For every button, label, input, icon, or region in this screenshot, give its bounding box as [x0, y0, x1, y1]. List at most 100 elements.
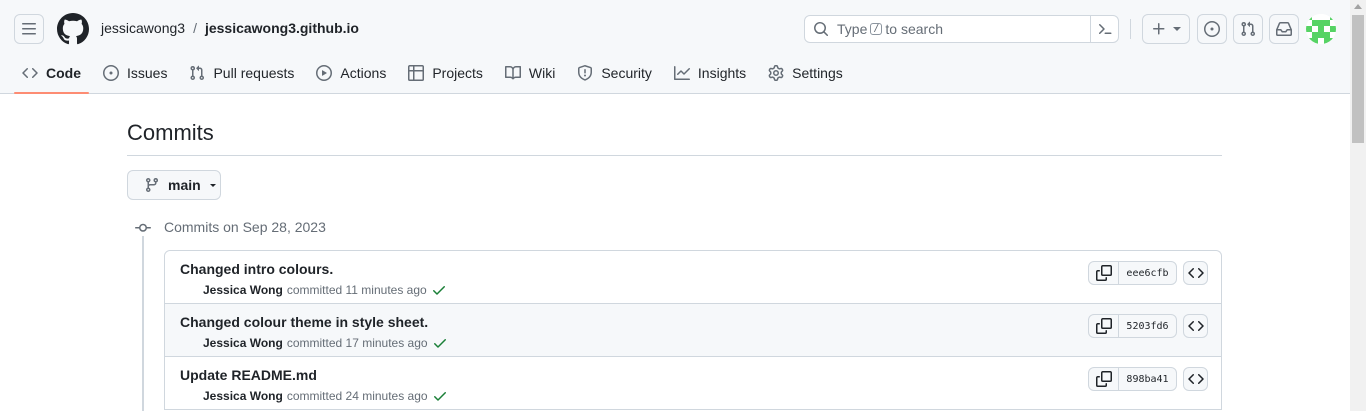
- tab-settings-label: Settings: [792, 65, 843, 81]
- tab-projects[interactable]: Projects: [400, 58, 491, 88]
- commit-message-link[interactable]: Changed colour theme in style sheet.: [180, 314, 428, 330]
- search-placeholder-after: to search: [885, 21, 943, 37]
- commit-sha-link[interactable]: eee6cfb: [1119, 268, 1176, 279]
- commit-author-link[interactable]: Jessica Wong: [203, 283, 283, 297]
- code-icon: [22, 67, 38, 79]
- commit-meta: Jessica Wong committed 17 minutes ago: [203, 335, 448, 351]
- tab-pull-requests[interactable]: Pull requests: [181, 58, 302, 88]
- git-branch-icon: [145, 178, 158, 193]
- repo-nav-tabs: Code Issues Pull requests Actions Projec…: [14, 58, 857, 94]
- copy-sha-button[interactable]: [1089, 368, 1119, 390]
- tab-code-label: Code: [46, 65, 81, 81]
- tab-projects-label: Projects: [432, 65, 483, 81]
- copy-icon: [1095, 371, 1112, 387]
- copy-sha-button[interactable]: [1089, 315, 1119, 337]
- copy-icon: [1095, 265, 1112, 281]
- title-divider: [127, 155, 1222, 156]
- scroll-up-arrow-icon[interactable]: [1354, 4, 1362, 9]
- commit-list: Changed intro colours. Jessica Wong comm…: [164, 250, 1222, 410]
- create-new-button[interactable]: [1142, 14, 1190, 44]
- breadcrumb-owner-link[interactable]: jessicawong3: [101, 20, 185, 36]
- copy-icon: [1095, 318, 1112, 334]
- sha-button-group: 898ba41: [1088, 367, 1177, 391]
- commit-verb: committed: [286, 389, 343, 403]
- play-icon: [316, 65, 333, 81]
- shield-icon: [578, 65, 593, 81]
- commit-author-link[interactable]: Jessica Wong: [203, 336, 283, 350]
- tab-pull-requests-label: Pull requests: [213, 65, 295, 81]
- breadcrumb: jessicawong3 / jessicawong3.github.io: [101, 20, 359, 36]
- sha-button-group: eee6cfb: [1088, 261, 1177, 285]
- scrollbar-thumb[interactable]: [1352, 15, 1364, 143]
- tab-actions-label: Actions: [340, 65, 387, 81]
- breadcrumb-repo-link[interactable]: jessicawong3.github.io: [205, 20, 359, 36]
- gear-icon: [768, 65, 784, 81]
- search-icon: [814, 22, 829, 37]
- breadcrumb-separator: /: [193, 20, 197, 36]
- commit-verb: committed: [286, 336, 343, 350]
- tab-security[interactable]: Security: [569, 58, 660, 88]
- tab-issues-label: Issues: [127, 65, 168, 81]
- header-divider: [1130, 19, 1131, 39]
- code-icon: [1187, 320, 1204, 332]
- inbox-icon: [1276, 22, 1292, 36]
- commit-verb: committed: [286, 283, 343, 297]
- identicon-avatar: [1306, 14, 1336, 44]
- commit-row: Changed colour theme in style sheet. Jes…: [165, 304, 1221, 357]
- page-title: Commits: [127, 120, 214, 145]
- pull-requests-button[interactable]: [1233, 14, 1263, 44]
- commit-author-link[interactable]: Jessica Wong: [203, 389, 283, 403]
- tab-issues[interactable]: Issues: [95, 58, 175, 88]
- global-header: jessicawong3 / jessicawong3.github.io Ty…: [0, 0, 1350, 94]
- search-input[interactable]: Type / to search: [804, 15, 1119, 43]
- search-placeholder-before: Type: [837, 21, 868, 37]
- browse-repo-button[interactable]: [1183, 367, 1208, 391]
- tab-wiki-label: Wiki: [528, 65, 556, 81]
- tab-insights-label: Insights: [697, 65, 747, 81]
- code-icon: [1187, 373, 1204, 385]
- commit-row: Changed intro colours. Jessica Wong comm…: [165, 251, 1221, 304]
- sha-button-group: 5203fd6: [1088, 314, 1177, 338]
- pull-request-icon: [190, 65, 205, 81]
- tab-insights[interactable]: Insights: [666, 58, 754, 88]
- caret-down-icon: [1173, 27, 1181, 31]
- user-avatar[interactable]: [1306, 14, 1336, 44]
- check-icon[interactable]: [432, 388, 448, 404]
- branch-selector-button[interactable]: main: [127, 170, 221, 200]
- browse-repo-button[interactable]: [1183, 261, 1208, 285]
- commit-time: 17 minutes ago: [345, 336, 428, 350]
- copy-sha-button[interactable]: [1089, 262, 1119, 284]
- command-palette-button[interactable]: [1090, 16, 1118, 42]
- tab-security-label: Security: [601, 65, 652, 81]
- commit-sha-link[interactable]: 898ba41: [1119, 374, 1176, 385]
- tab-code[interactable]: Code: [14, 58, 89, 94]
- commit-meta: Jessica Wong committed 24 minutes ago: [203, 388, 448, 404]
- tab-actions[interactable]: Actions: [308, 58, 394, 88]
- menu-button[interactable]: [14, 14, 44, 44]
- page-scrollbar[interactable]: [1350, 0, 1366, 411]
- commit-time: 24 minutes ago: [345, 389, 428, 403]
- commit-sha-link[interactable]: 5203fd6: [1119, 321, 1176, 332]
- check-icon[interactable]: [432, 335, 448, 351]
- check-icon[interactable]: [431, 282, 447, 298]
- git-pull-request-icon: [1241, 21, 1256, 37]
- table-icon: [408, 65, 425, 81]
- tab-wiki[interactable]: Wiki: [497, 58, 563, 88]
- browse-repo-button[interactable]: [1183, 314, 1208, 338]
- tab-settings[interactable]: Settings: [760, 58, 851, 88]
- issue-opened-icon: [1204, 21, 1220, 37]
- search-placeholder: Type / to search: [837, 21, 943, 37]
- inbox-button[interactable]: [1269, 14, 1299, 44]
- code-icon: [1187, 267, 1204, 279]
- terminal-icon: [1098, 24, 1111, 35]
- commit-message-link[interactable]: Changed intro colours.: [180, 261, 333, 277]
- commit-message-link[interactable]: Update README.md: [180, 367, 317, 383]
- search-shortcut-key: /: [870, 23, 883, 35]
- book-icon: [504, 65, 521, 80]
- commit-meta: Jessica Wong committed 11 minutes ago: [203, 282, 447, 298]
- issues-button[interactable]: [1197, 14, 1227, 44]
- github-logo-icon[interactable]: [57, 13, 89, 45]
- timeline-line: [142, 235, 144, 411]
- commit-group-icon: [134, 220, 152, 236]
- commit-group-date: Commits on Sep 28, 2023: [164, 219, 326, 235]
